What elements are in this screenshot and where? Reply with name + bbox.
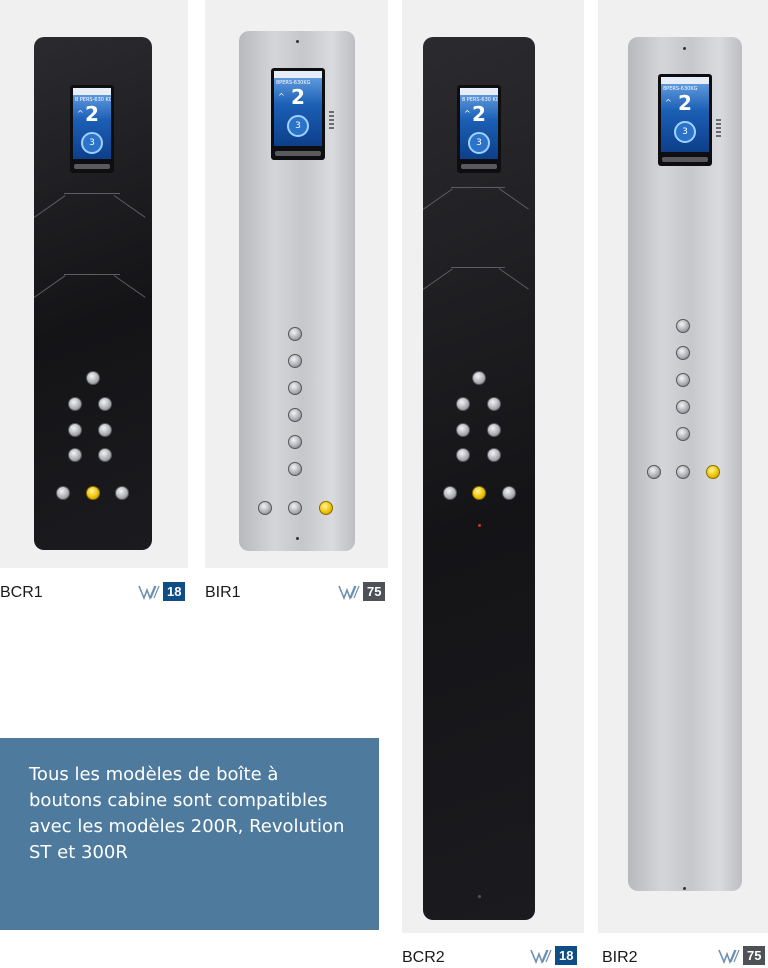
floor-button[interactable] xyxy=(487,423,501,437)
floor-button[interactable] xyxy=(288,462,302,476)
floor-button[interactable] xyxy=(288,327,302,341)
panel-bcr1: 8 PERS-630 KG ^ 2 3 xyxy=(34,37,152,550)
decor-line xyxy=(498,188,529,210)
product-card-bir1: 8PERS-630KG ^ 2 3 xyxy=(205,0,388,568)
brand-logo-icon xyxy=(338,585,360,600)
panel-bir1: 8PERS-630KG ^ 2 3 xyxy=(239,31,355,551)
door-close-button[interactable] xyxy=(288,501,302,515)
decor-line xyxy=(423,268,453,290)
product-card-bcr2: 8 PERS-630 KG ^ 2 3 xyxy=(402,0,584,933)
floor-button[interactable] xyxy=(98,423,112,437)
door-open-button[interactable] xyxy=(56,486,70,500)
floor-button[interactable] xyxy=(472,371,486,385)
decor-line xyxy=(423,188,453,210)
decor-line xyxy=(34,275,66,298)
floor-button[interactable] xyxy=(676,373,690,387)
decor-line xyxy=(451,187,505,188)
indicator-light xyxy=(478,524,481,527)
brand-logo-icon xyxy=(530,949,552,964)
brand-logo-icon xyxy=(718,949,740,964)
floor-button[interactable] xyxy=(86,371,100,385)
catalog-badge: 75 xyxy=(718,946,766,965)
decor-line xyxy=(64,193,120,194)
page-number: 75 xyxy=(363,582,386,601)
floor-button[interactable] xyxy=(98,397,112,411)
floor-button[interactable] xyxy=(288,435,302,449)
speaker-grill xyxy=(716,119,721,137)
display-screen: 8PERS-630KG ^ 2 3 xyxy=(658,74,712,166)
door-open-button[interactable] xyxy=(647,465,661,479)
floor-button[interactable] xyxy=(288,381,302,395)
door-open-button[interactable] xyxy=(258,501,272,515)
floor-number: 2 xyxy=(85,102,99,126)
floor-button[interactable] xyxy=(68,448,82,462)
page-number: 18 xyxy=(163,582,186,601)
product-card-bcr1: 8 PERS-630 KG ^ 2 3 xyxy=(0,0,188,568)
speaker-grill xyxy=(329,111,334,129)
compatibility-info-box: Tous les modèles de boîte à boutons cabi… xyxy=(0,738,379,930)
floor-button[interactable] xyxy=(288,408,302,422)
floor-button[interactable] xyxy=(68,423,82,437)
alarm-bell-button[interactable] xyxy=(472,486,486,500)
floor-button[interactable] xyxy=(676,400,690,414)
page-number: 75 xyxy=(743,946,766,965)
model-label: BCR2 xyxy=(402,949,445,966)
product-card-bir2: 8PERS-630KG ^ 2 3 xyxy=(598,0,768,933)
panel-bcr2: 8 PERS-630 KG ^ 2 3 xyxy=(423,37,535,920)
floor-button[interactable] xyxy=(456,448,470,462)
decor-line xyxy=(113,195,146,218)
compatibility-text: Tous les modèles de boîte à boutons cabi… xyxy=(29,764,345,863)
floor-button[interactable] xyxy=(487,397,501,411)
decor-line xyxy=(34,195,66,218)
floor-button[interactable] xyxy=(676,346,690,360)
floor-button[interactable] xyxy=(487,448,501,462)
door-open-button[interactable] xyxy=(443,486,457,500)
floor-button[interactable] xyxy=(676,427,690,441)
decor-line xyxy=(64,274,120,275)
display-screen: 8 PERS-630 KG ^ 2 3 xyxy=(70,85,114,173)
floor-button[interactable] xyxy=(456,423,470,437)
catalog-badge: 18 xyxy=(138,582,186,601)
alarm-bell-button[interactable] xyxy=(706,465,720,479)
model-label: BIR1 xyxy=(205,584,241,601)
decor-line xyxy=(451,267,505,268)
model-label: BCR1 xyxy=(0,584,43,601)
model-label: BIR2 xyxy=(602,949,638,966)
door-close-button[interactable] xyxy=(676,465,690,479)
floor-button[interactable] xyxy=(68,397,82,411)
door-close-button[interactable] xyxy=(115,486,129,500)
dial-number: 3 xyxy=(81,132,103,154)
floor-number: 2 xyxy=(678,91,692,115)
floor-button[interactable] xyxy=(456,397,470,411)
brand-logo-icon xyxy=(138,585,160,600)
floor-button[interactable] xyxy=(288,354,302,368)
floor-button[interactable] xyxy=(676,319,690,333)
display-screen: 8PERS-630KG ^ 2 3 xyxy=(271,68,325,160)
panel-bir2: 8PERS-630KG ^ 2 3 xyxy=(628,37,742,891)
page-number: 18 xyxy=(555,946,578,965)
dial-number: 3 xyxy=(674,121,696,143)
floor-number: 2 xyxy=(291,85,305,109)
floor-number: 2 xyxy=(472,102,486,126)
door-close-button[interactable] xyxy=(502,486,516,500)
catalog-badge: 75 xyxy=(338,582,386,601)
catalog-badge: 18 xyxy=(530,946,578,965)
decor-line xyxy=(498,268,529,290)
decor-line xyxy=(113,275,146,298)
floor-button[interactable] xyxy=(98,448,112,462)
alarm-bell-button[interactable] xyxy=(86,486,100,500)
dial-number: 3 xyxy=(287,115,309,137)
dial-number: 3 xyxy=(468,132,490,154)
alarm-bell-button[interactable] xyxy=(319,501,333,515)
display-screen: 8 PERS-630 KG ^ 2 3 xyxy=(457,85,501,173)
